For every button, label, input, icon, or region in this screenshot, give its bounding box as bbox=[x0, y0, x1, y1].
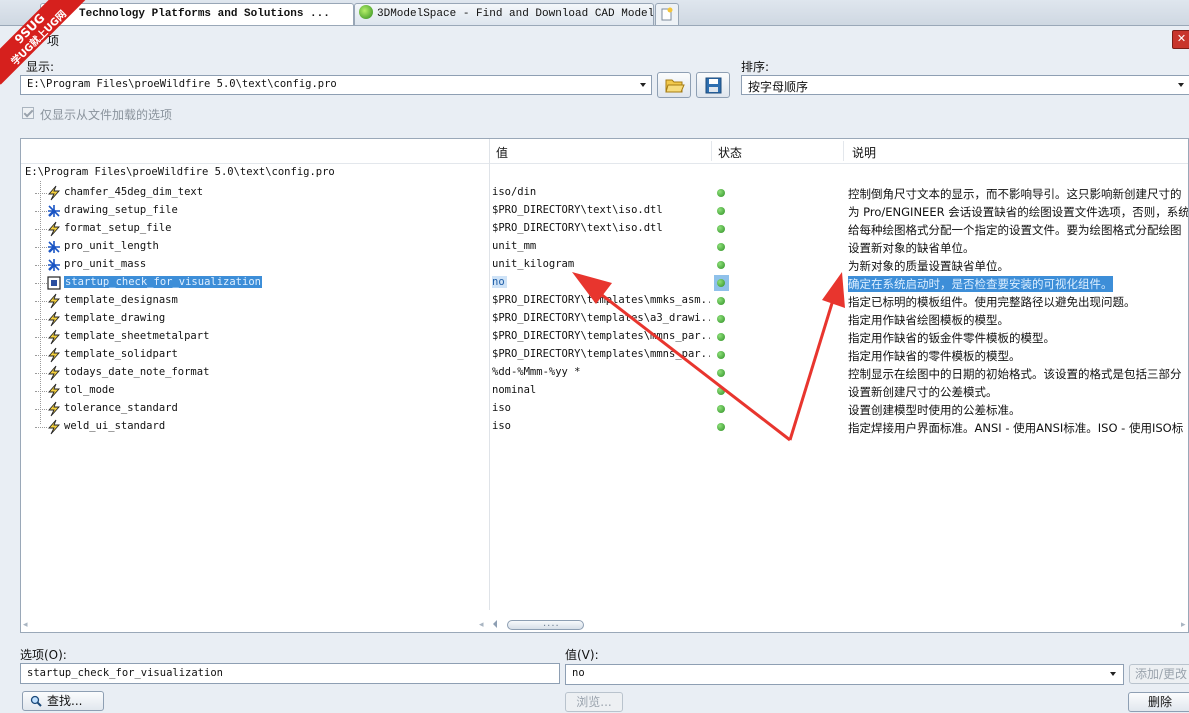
annotation-arrow-right bbox=[788, 272, 845, 441]
annotation-arrow-left bbox=[572, 272, 791, 442]
annotation-arrows bbox=[572, 272, 845, 442]
